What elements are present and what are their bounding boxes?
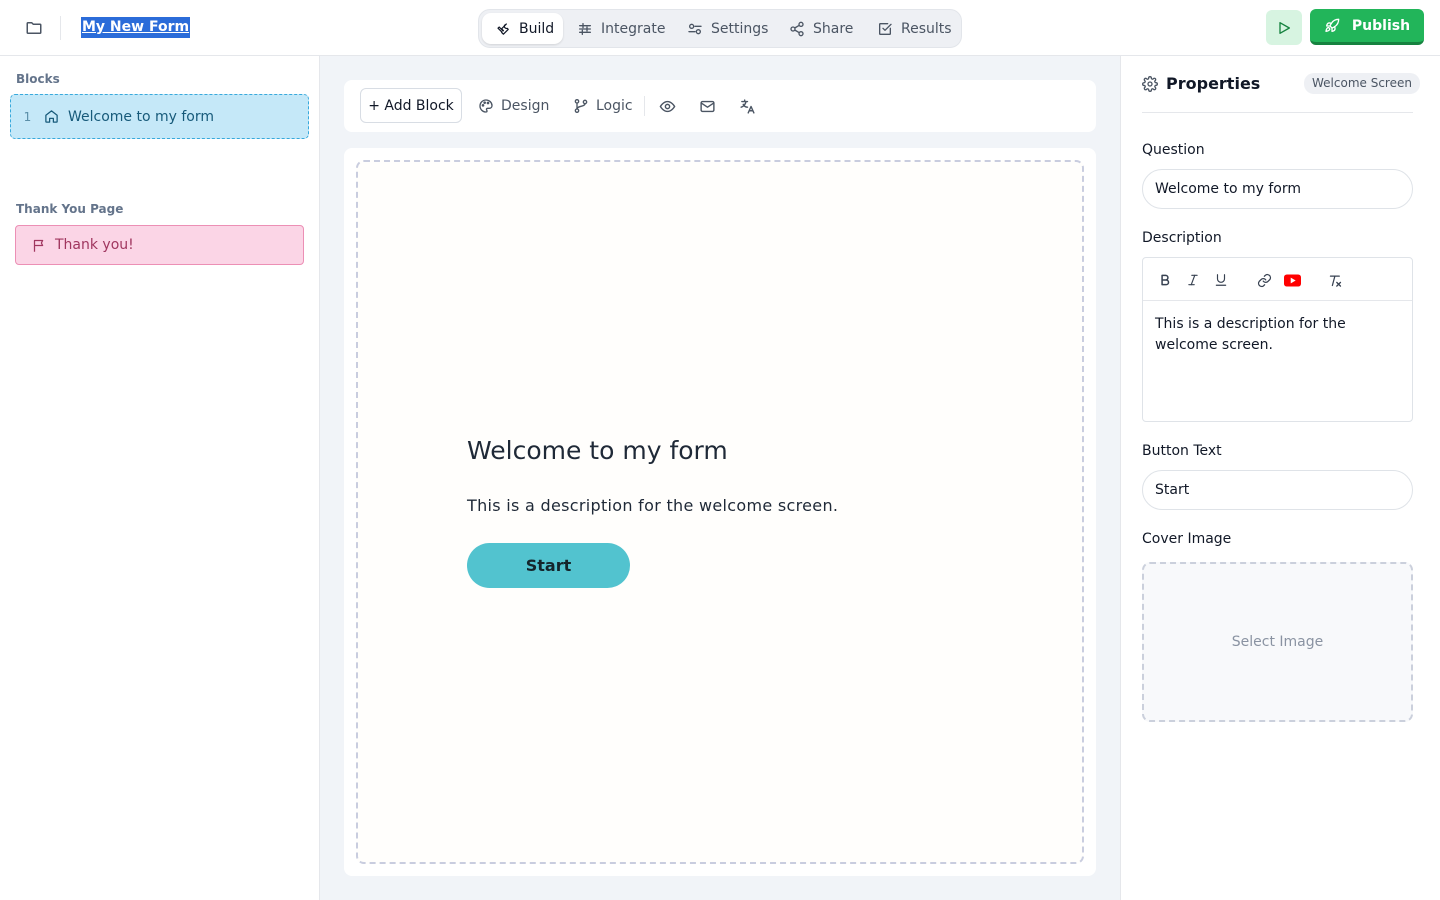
question-label: Question [1142,142,1205,158]
main-nav: Build Integrate Settings Share Results [478,9,962,48]
block-number: 1 [23,109,32,124]
flag-icon [32,238,47,253]
preview-run-button[interactable] [1266,10,1302,45]
tab-share[interactable]: Share [789,13,865,44]
logic-label: Logic [596,97,633,114]
home-icon [44,109,59,124]
translate-icon [739,98,756,115]
welcome-title[interactable]: Welcome to my form [467,436,728,465]
branch-icon [573,98,589,114]
block-type-badge: Welcome Screen [1304,73,1420,94]
top-bar: My New Form Build Integrate Settings Sha… [0,0,1440,56]
tab-results-label: Results [901,20,952,37]
sliders-icon [577,21,593,37]
blocks-sidebar: Blocks 1 Welcome to my form Thank You Pa… [0,56,320,900]
design-button[interactable]: Design [478,88,549,123]
welcome-description[interactable]: This is a description for the welcome sc… [467,496,838,515]
thank-you-label: Thank you! [55,237,134,253]
button-text-label: Button Text [1142,443,1222,459]
bold-icon [1158,273,1172,287]
start-button[interactable]: Start [467,543,630,588]
gear-icon [1142,76,1158,92]
underline-icon [1214,273,1228,287]
folder-icon [25,19,43,37]
tab-settings-label: Settings [711,20,769,37]
clear-format-icon [1328,273,1343,288]
eye-icon [659,98,676,115]
add-block-button[interactable]: + Add Block [360,88,462,123]
tab-build[interactable]: Build [482,13,563,44]
tab-integrate-label: Integrate [601,20,666,37]
toolbar-divider [644,96,645,116]
form-canvas: Welcome to my form This is a description… [344,148,1096,876]
folder-button[interactable] [22,16,46,40]
welcome-screen-preview[interactable]: Welcome to my form This is a description… [356,160,1084,864]
button-text-input[interactable]: Start [1142,470,1413,510]
email-button[interactable] [698,97,716,115]
italic-icon [1186,273,1200,287]
properties-panel: Properties Welcome Screen Question Welco… [1120,56,1440,900]
tab-integrate[interactable]: Integrate [577,13,667,44]
block-label: Welcome to my form [68,108,215,125]
underline-button[interactable] [1212,271,1230,289]
block-item-welcome[interactable]: 1 Welcome to my form [10,94,309,139]
formatting-toolbar [1143,258,1412,301]
share-icon [789,21,805,37]
description-label: Description [1142,230,1222,246]
editor-toolbar: + Add Block Design Logic [344,80,1096,132]
publish-label: Publish [1351,17,1411,34]
properties-title: Properties [1166,74,1261,93]
tab-settings[interactable]: Settings [687,13,775,44]
mail-icon [699,98,716,115]
wrench-icon [495,21,511,37]
rocket-icon [1324,18,1340,34]
header-divider [60,16,61,40]
description-text[interactable]: This is a description for the welcome sc… [1155,314,1403,356]
youtube-button[interactable] [1283,271,1301,289]
block-item-thank-you[interactable]: Thank you! [15,225,304,265]
cover-image-dropzone[interactable]: Select Image [1142,562,1413,722]
tab-share-label: Share [813,20,854,37]
blocks-heading: Blocks [16,72,60,86]
tab-build-label: Build [519,20,555,37]
settings-toggle-icon [687,21,703,37]
question-input[interactable]: Welcome to my form [1142,169,1413,209]
design-label: Design [501,97,550,114]
cover-image-label: Cover Image [1142,531,1232,547]
thank-you-heading: Thank You Page [16,202,124,216]
properties-divider [1142,112,1413,113]
form-title[interactable]: My New Form [81,17,191,38]
logic-button[interactable]: Logic [573,88,633,123]
palette-icon [478,98,494,114]
clear-format-button[interactable] [1326,271,1344,289]
publish-button[interactable]: Publish [1310,9,1424,45]
italic-button[interactable] [1184,271,1202,289]
link-button[interactable] [1255,271,1273,289]
play-icon [1276,20,1292,36]
link-icon [1257,273,1272,288]
checkbox-icon [877,21,893,37]
translate-button[interactable] [738,97,756,115]
preview-button[interactable] [658,97,676,115]
bold-button[interactable] [1156,271,1174,289]
youtube-icon [1283,273,1301,287]
description-editor: This is a description for the welcome sc… [1142,257,1413,422]
tab-results[interactable]: Results [877,13,959,44]
